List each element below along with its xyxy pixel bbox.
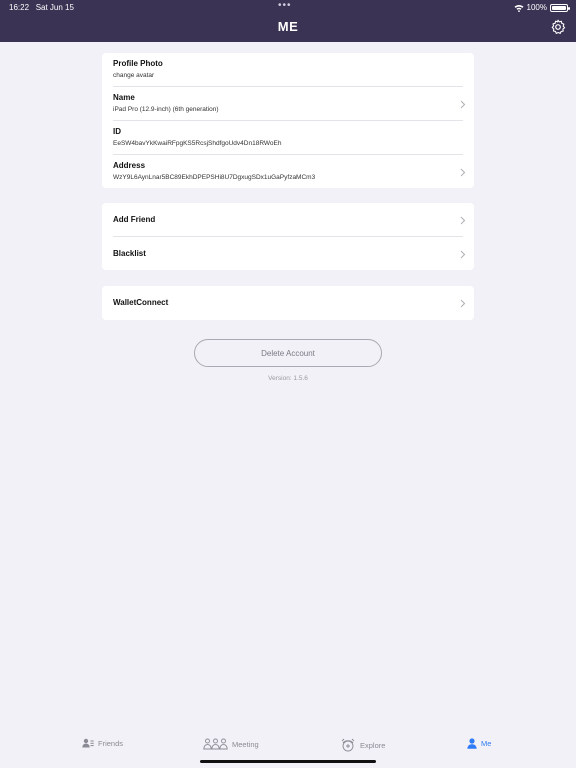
multitask-dots-icon[interactable]: ••• (278, 0, 292, 11)
wallet-card: WalletConnect (102, 286, 474, 320)
address-title: Address (113, 161, 146, 170)
page-title: ME (277, 19, 299, 34)
date: Sat Jun 15 (35, 3, 74, 12)
tab-meeting[interactable]: Meeting (203, 738, 259, 750)
delete-account-button[interactable]: Delete Account (194, 339, 382, 367)
friends-icon (82, 738, 94, 748)
name-value: iPad Pro (12.9-inch) (6th generation) (113, 106, 219, 113)
address-row[interactable]: Address WzY9L6AynLnar5BC89EkhDPEPSHi8U7D… (102, 155, 474, 189)
chevron-right-icon (460, 299, 466, 308)
wallet-connect-row[interactable]: WalletConnect (102, 286, 474, 320)
chevron-right-icon (460, 100, 466, 109)
me-icon (467, 738, 477, 749)
tab-explore-label: Explore (360, 740, 386, 750)
meeting-icon (203, 738, 228, 750)
status-time: 16:22 Sat Jun 15 (9, 3, 74, 12)
chevron-right-icon (460, 168, 466, 177)
wifi-icon (514, 4, 524, 12)
top-bar: 16:22 Sat Jun 15 ••• 100% ME (0, 0, 576, 42)
battery-fill (552, 5, 566, 10)
tab-meeting-label: Meeting (232, 739, 259, 749)
chevron-right-icon (460, 250, 466, 259)
battery-percent: 100% (526, 3, 547, 12)
chevron-right-icon (460, 216, 466, 225)
tab-friends[interactable]: Friends (82, 738, 123, 748)
blacklist-row[interactable]: Blacklist (102, 237, 474, 271)
wallet-connect-label: WalletConnect (113, 298, 169, 307)
address-value: WzY9L6AynLnar5BC89EkhDPEPSHi8U7DgxugSDx1… (113, 174, 316, 181)
profile-photo-sub: change avatar (113, 72, 155, 79)
add-friend-row[interactable]: Add Friend (102, 203, 474, 237)
id-title: ID (113, 127, 121, 136)
gear-icon[interactable] (550, 19, 566, 35)
tab-me-label: Me (481, 739, 492, 748)
tab-friends-label: Friends (98, 738, 124, 748)
name-row[interactable]: Name iPad Pro (12.9-inch) (6th generatio… (102, 87, 474, 121)
home-indicator[interactable] (200, 760, 376, 763)
id-row[interactable]: ID EeSW4bavYkKwaiRFpgKS5RcsjShdfgoUdv4Dn… (102, 121, 474, 155)
version-label: Version: 1.5.6 (268, 375, 308, 382)
add-friend-label: Add Friend (113, 215, 156, 224)
profile-card: Profile Photo change avatar Name iPad Pr… (102, 53, 474, 188)
battery-icon (550, 3, 570, 12)
social-card: Add Friend Blacklist (102, 203, 474, 270)
profile-photo-title: Profile Photo (113, 59, 163, 68)
tab-explore[interactable]: Explore (340, 738, 385, 752)
explore-icon (341, 738, 355, 752)
profile-photo-row[interactable]: Profile Photo change avatar (102, 53, 474, 87)
blacklist-label: Blacklist (113, 249, 146, 258)
clock: 16:22 (9, 3, 30, 12)
status-right: 100% (514, 3, 570, 12)
id-value: EeSW4bavYkKwaiRFpgKS5RcsjShdfgoUdv4Dn18R… (113, 140, 282, 147)
tab-me[interactable]: Me (467, 738, 491, 749)
name-title: Name (113, 93, 135, 102)
